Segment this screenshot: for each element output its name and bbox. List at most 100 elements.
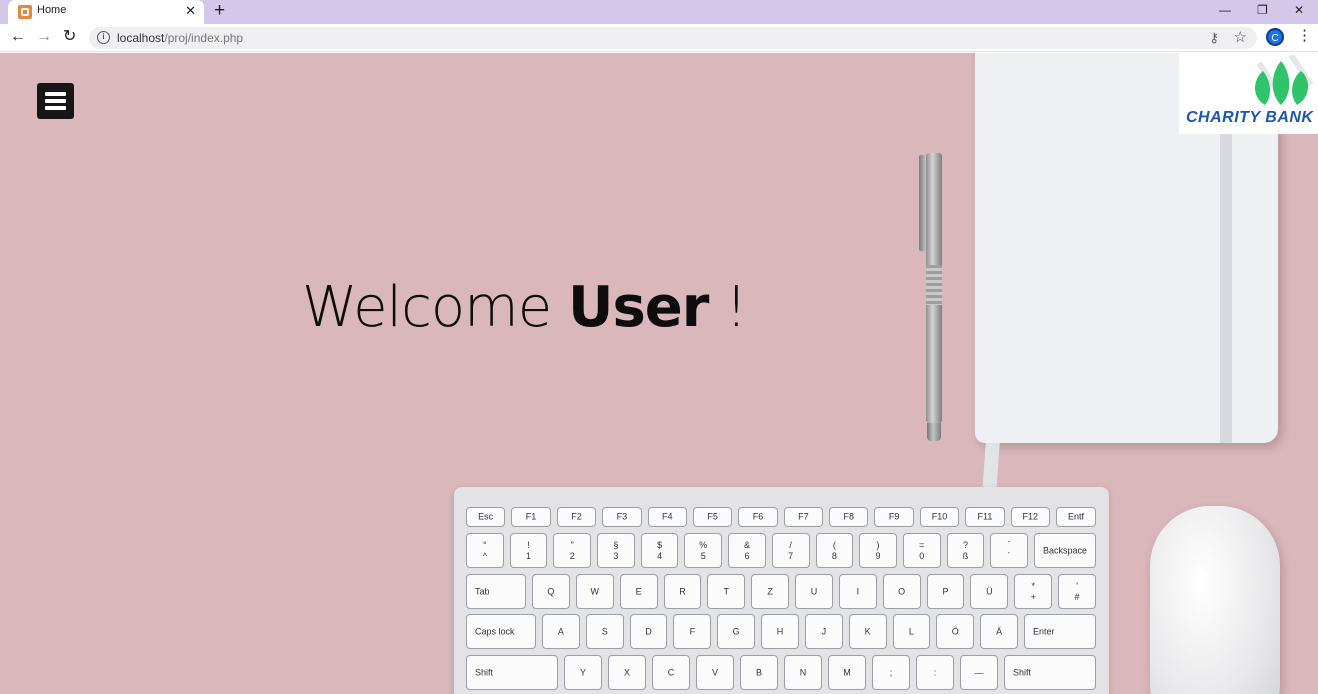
keyboard-key-label: ) 9 xyxy=(875,539,881,561)
keyboard-key-label: I xyxy=(856,586,860,596)
keyboard-key: T xyxy=(707,574,746,609)
keyboard-key-label: F7 xyxy=(798,511,809,522)
keyboard-key-label: F11 xyxy=(977,511,993,522)
keyboard-key-label: B xyxy=(755,667,763,677)
keyboard-key: R xyxy=(663,574,702,609)
keyboard-key: ? ß xyxy=(946,533,985,568)
profile-avatar[interactable]: C xyxy=(1266,28,1284,46)
keyboard-key-label: & 6 xyxy=(743,539,750,561)
keyboard-key-label: C xyxy=(667,667,675,677)
key-icon[interactable]: ⚷ xyxy=(1209,30,1219,46)
keyboard-key-label: X xyxy=(623,667,631,677)
keyboard-key: ) 9 xyxy=(859,533,897,568)
keyboard-key: ` ´ xyxy=(990,533,1028,568)
keyboard-key: $ 4 xyxy=(640,533,679,568)
tab-home[interactable]: Home ✕ xyxy=(8,0,204,24)
pen-clip xyxy=(919,155,925,251)
keyboard-key-label: % 5 xyxy=(699,539,708,561)
bookmark-star-icon[interactable]: ☆ xyxy=(1234,28,1247,46)
keyboard-key: ° ^ xyxy=(466,533,504,568)
keyboard-key: Enter xyxy=(1024,614,1096,649)
keyboard-key: F9 xyxy=(874,507,914,527)
close-window-button[interactable]: ✕ xyxy=(1294,2,1304,18)
keyboard-key: F2 xyxy=(556,507,597,527)
keyboard-key: Z xyxy=(751,574,790,609)
keyboard-key: J xyxy=(804,614,843,649)
new-tab-button[interactable]: + xyxy=(214,0,225,22)
keyboard-key-label: Backspace xyxy=(1043,545,1088,555)
keyboard-key-label: R xyxy=(679,586,686,596)
keyboard-key-label: F xyxy=(689,626,696,636)
keyboard-key-label: W xyxy=(590,586,600,596)
keyboard-key-label: ? ß xyxy=(962,539,969,561)
url-text[interactable]: localhost/proj/index.php xyxy=(117,31,243,45)
keyboard-key-label: Ü xyxy=(986,586,993,596)
keyboard-key: F5 xyxy=(692,507,733,527)
logo-text: CHARITY BANK xyxy=(1186,109,1314,126)
keyboard-key: D xyxy=(629,614,668,649)
hamburger-bar xyxy=(45,106,66,110)
keyboard-key-label: F2 xyxy=(571,511,582,522)
hamburger-menu-button[interactable] xyxy=(37,83,74,119)
keyboard-key: ' # xyxy=(1058,574,1096,609)
keyboard-key-label: = 0 xyxy=(919,539,925,561)
keyboard-key-label: P xyxy=(942,586,949,596)
tab-close-icon[interactable]: ✕ xyxy=(185,3,196,19)
keyboard-key: ( 8 xyxy=(815,533,854,568)
mouse-image xyxy=(1150,506,1280,694)
keyboard-key-label: V xyxy=(711,667,719,677)
keyboard-key-label: S xyxy=(601,626,608,636)
hamburger-bar xyxy=(45,99,66,103)
keyboard-key-label: F9 xyxy=(888,511,900,522)
browser-menu-icon[interactable]: ⋮ xyxy=(1297,27,1312,45)
keyboard-key: Ü xyxy=(970,574,1009,609)
keyboard-key: V xyxy=(696,655,734,690)
leaf-icon xyxy=(1255,55,1314,105)
keyboard-key-label: G xyxy=(732,626,740,636)
keyboard-key: Ä xyxy=(980,614,1018,649)
keyboard-key: Tab xyxy=(466,574,526,609)
keyboard-key-label: Entf xyxy=(1067,511,1085,522)
info-icon[interactable]: i xyxy=(97,31,110,44)
keyboard-key-label: F4 xyxy=(661,511,673,522)
hero-section: Esc F1 F2 F3 F4 F5 F6 F7 F8 F9 F10 F11 F12 Entf ° ^ ! 1… xyxy=(0,53,1318,694)
keyboard-key: — xyxy=(960,655,998,690)
keyboard-key: Y xyxy=(564,655,602,690)
address-bar[interactable]: i localhost/proj/index.php ⚷ ☆ xyxy=(89,27,1257,49)
keyboard-key-label: Z xyxy=(767,586,773,596)
keyboard-key-label: ; xyxy=(889,667,893,677)
keyboard-key-label: Ö xyxy=(951,626,959,636)
keyboard-key-label: F5 xyxy=(707,511,718,522)
charity-bank-logo[interactable]: CHARITY BANK xyxy=(1179,53,1318,134)
keyboard-key: § 3 xyxy=(597,533,635,568)
keyboard-key-label: M xyxy=(843,667,851,677)
keyboard-key: G xyxy=(717,614,756,649)
keyboard-key: E xyxy=(619,574,658,609)
keyboard-key: Entf xyxy=(1056,507,1096,527)
keyboard-key-label: Esc xyxy=(478,511,494,522)
keyboard-key-label: : xyxy=(933,667,937,677)
keyboard-key-label: D xyxy=(645,626,652,636)
welcome-username: User xyxy=(567,275,709,340)
keyboard-key-label: ° ^ xyxy=(482,539,487,561)
keyboard-key-label: H xyxy=(776,626,784,636)
back-arrow-icon[interactable]: ← xyxy=(10,28,26,46)
hamburger-bar xyxy=(45,92,66,96)
pen-image xyxy=(919,153,945,443)
keyboard-key-label: F6 xyxy=(752,511,764,522)
reload-icon[interactable]: ↻ xyxy=(63,28,76,46)
forward-arrow-icon[interactable]: → xyxy=(36,28,52,46)
restore-button[interactable]: ❐ xyxy=(1257,2,1268,18)
pen-grip xyxy=(926,265,942,305)
keyboard-key: F6 xyxy=(738,507,778,527)
keyboard-key-label: K xyxy=(864,626,871,636)
keyboard-key: M xyxy=(828,655,866,690)
keyboard-key: C xyxy=(652,655,690,690)
keyboard-key: W xyxy=(575,574,614,609)
keyboard-key: F3 xyxy=(602,507,642,527)
xampp-favicon-icon xyxy=(18,5,32,19)
minimize-button[interactable]: — xyxy=(1219,2,1231,18)
keyboard-key-label: F10 xyxy=(931,511,948,522)
keyboard-key-label: F8 xyxy=(843,511,855,522)
keyboard-key-label: Enter xyxy=(1033,626,1055,636)
